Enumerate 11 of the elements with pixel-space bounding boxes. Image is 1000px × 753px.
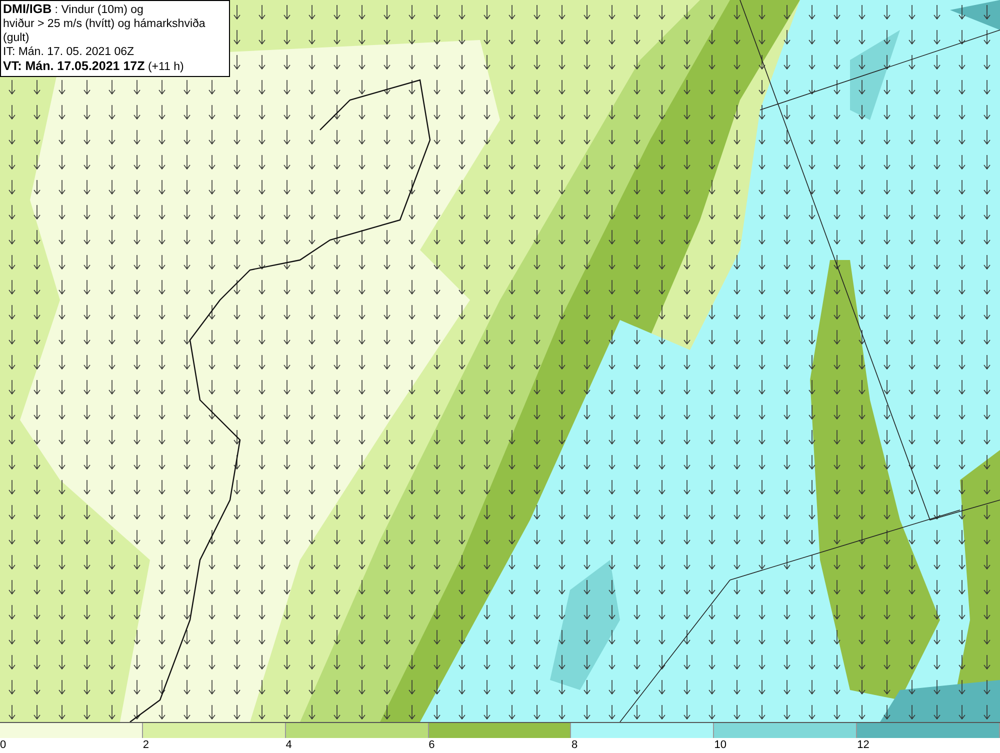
- legend-label: 0: [0, 738, 6, 753]
- title-line: IT: Mán. 17. 05. 2021 06Z: [3, 45, 136, 59]
- legend-label: 8: [571, 738, 578, 753]
- legend-label: 2: [142, 738, 149, 753]
- legend-label: 4: [286, 738, 292, 753]
- title-line: DMI/IGB : Vindur (10m) og: [3, 2, 144, 17]
- legend-label: 6: [428, 738, 435, 753]
- legend-label: 10: [714, 738, 727, 753]
- title-line: hviður > 25 m/s (hvítt) og hámarkshviða (gult): [3, 17, 206, 45]
- title-line: VT: Mán. 17.05.2021 17Z (+11 h): [3, 59, 185, 74]
- legend-label: 12: [857, 738, 870, 753]
